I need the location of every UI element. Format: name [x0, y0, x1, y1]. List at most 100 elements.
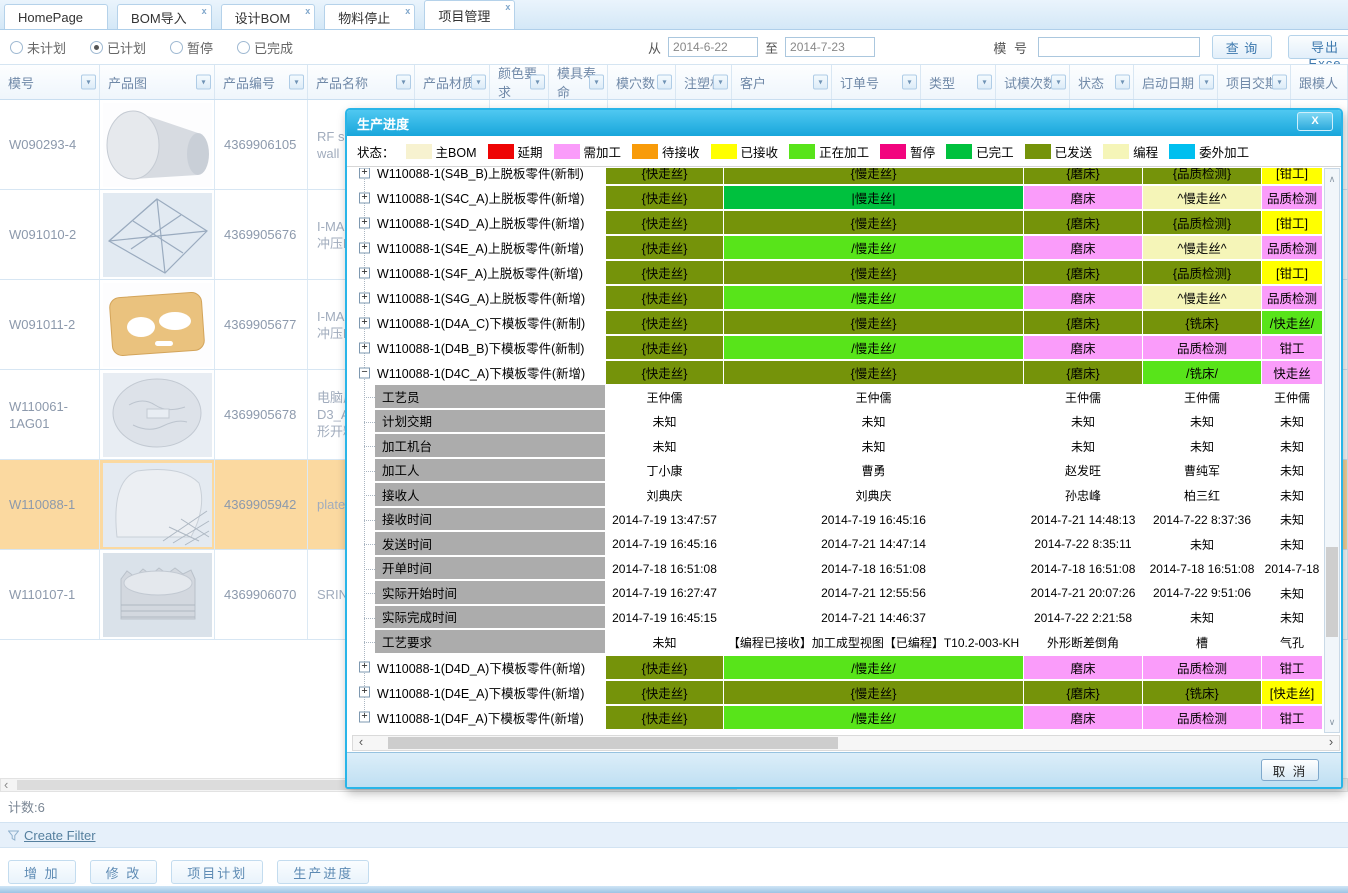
column-header-项目交期[interactable]: 项目交期▾: [1218, 65, 1291, 99]
column-filter-dropdown[interactable]: ▾: [530, 75, 545, 90]
tab-close-icon[interactable]: x: [202, 7, 207, 16]
grid-vscrollbar[interactable]: ∧ ∨: [1324, 168, 1340, 733]
column-filter-dropdown[interactable]: ▾: [713, 75, 728, 90]
part-row[interactable]: +W110088-1(D4E_A)下模板零件(新增){快走丝}{慢走丝}{磨床}…: [352, 680, 1322, 705]
part-row[interactable]: −W110088-1(D4C_A)下模板零件(新增){快走丝}{慢走丝}{磨床}…: [352, 360, 1322, 385]
date-from-input[interactable]: [668, 37, 758, 57]
expand-button[interactable]: +: [359, 687, 370, 698]
close-button[interactable]: X: [1297, 112, 1333, 131]
expand-button[interactable]: +: [359, 242, 370, 253]
column-filter-dropdown[interactable]: ▾: [289, 75, 304, 90]
part-row[interactable]: +W110088-1(S4D_A)上脱板零件(新增){快走丝}{慢走丝}{磨床}…: [352, 210, 1322, 235]
scroll-left-icon[interactable]: ‹: [353, 736, 369, 750]
column-header-类型[interactable]: 类型▾: [921, 65, 996, 99]
date-to-input[interactable]: [785, 37, 875, 57]
export-excel-button[interactable]: 导出Exce: [1288, 35, 1348, 59]
radio-未计划[interactable]: 未计划: [10, 38, 66, 57]
column-header-模穴数[interactable]: 模穴数▾: [608, 65, 676, 99]
tab-close-icon[interactable]: x: [505, 3, 510, 12]
expand-button[interactable]: +: [359, 192, 370, 203]
tab-BOM导入[interactable]: BOM导入 x: [117, 4, 212, 29]
detail-value: 2014-7-21 14:46:37: [724, 606, 1023, 631]
dialog-titlebar[interactable]: 生产进度 X: [347, 110, 1341, 136]
tab-close-icon[interactable]: x: [305, 7, 310, 16]
part-row[interactable]: +W110088-1(D4F_A)下模板零件(新增){快走丝}/慢走丝/磨床品质…: [352, 705, 1322, 730]
column-filter-dropdown[interactable]: ▾: [977, 75, 992, 90]
scroll-up-icon[interactable]: ∧: [1325, 171, 1339, 187]
scroll-right-icon[interactable]: ›: [1323, 736, 1339, 750]
collapse-button[interactable]: −: [359, 367, 370, 378]
column-filter-dropdown[interactable]: ▾: [196, 75, 211, 90]
part-label: W110088-1(D4D_A)下模板零件(新增): [377, 658, 585, 677]
action-button-增加[interactable]: 增 加: [8, 860, 76, 884]
part-row[interactable]: +W110088-1(S4B_B)上脱板零件(新制){快走丝}{慢走丝}{磨床}…: [352, 168, 1322, 185]
part-row[interactable]: +W110088-1(S4E_A)上脱板零件(新增){快走丝}/慢走丝/磨床^慢…: [352, 235, 1322, 260]
action-button-修改[interactable]: 修 改: [90, 860, 158, 884]
mold-no-input[interactable]: [1038, 37, 1200, 57]
radio-暂停[interactable]: 暂停: [170, 38, 213, 57]
tab-设计BOM[interactable]: 设计BOMx: [221, 4, 316, 29]
part-row[interactable]: +W110088-1(D4A_C)下模板零件(新制){快走丝}{慢走丝}{磨床}…: [352, 310, 1322, 335]
column-filter-dropdown[interactable]: ▾: [902, 75, 917, 90]
action-button-项目计划[interactable]: 项目计划: [171, 860, 263, 884]
column-header-产品材质[interactable]: 产品材质▾: [415, 65, 490, 99]
column-header-产品名称[interactable]: 产品名称▾: [308, 65, 415, 99]
column-filter-dropdown[interactable]: ▾: [1115, 75, 1130, 90]
detail-value: 孙忠峰: [1024, 483, 1142, 508]
scroll-left-icon[interactable]: ‹: [4, 778, 8, 792]
tab-物料停止[interactable]: 物料停止x: [324, 4, 415, 29]
expand-button[interactable]: +: [359, 267, 370, 278]
tab-项目管理[interactable]: 项目管理x: [424, 0, 515, 29]
column-filter-dropdown[interactable]: ▾: [81, 75, 96, 90]
expand-button[interactable]: +: [359, 712, 370, 723]
column-header-注塑机[interactable]: 注塑机▾: [676, 65, 732, 99]
query-button[interactable]: 查 询: [1212, 35, 1272, 59]
scroll-down-icon[interactable]: ∨: [1325, 714, 1339, 730]
column-header-产品编号[interactable]: 产品编号▾: [215, 65, 308, 99]
expand-button[interactable]: +: [359, 168, 370, 178]
column-header-颜色要求[interactable]: 颜色要求▾: [490, 65, 549, 99]
part-row[interactable]: +W110088-1(D4D_A)下模板零件(新增){快走丝}/慢走丝/磨床品质…: [352, 655, 1322, 680]
part-row[interactable]: +W110088-1(S4C_A)上脱板零件(新增){快走丝}|慢走丝|磨床^慢…: [352, 185, 1322, 210]
tab-label: BOM导入: [131, 8, 187, 27]
legend-item-暂停: 暂停: [869, 142, 935, 161]
process-cell: {慢走丝}: [724, 211, 1023, 234]
expand-button[interactable]: +: [359, 662, 370, 673]
part-row[interactable]: +W110088-1(S4F_A)上脱板零件(新增){快走丝}{慢走丝}{磨床}…: [352, 260, 1322, 285]
cancel-button[interactable]: 取 消: [1261, 759, 1319, 781]
expand-button[interactable]: +: [359, 217, 370, 228]
grid-hscroll-thumb[interactable]: [388, 737, 838, 749]
tab-close-icon[interactable]: x: [405, 7, 410, 16]
create-filter-link[interactable]: Create Filter: [24, 828, 96, 843]
column-header-客户[interactable]: 客户▾: [732, 65, 832, 99]
column-header-模号[interactable]: 模号▾: [0, 65, 100, 99]
radio-已计划[interactable]: 已计划: [90, 38, 146, 57]
tab-HomePage[interactable]: HomePage: [4, 4, 108, 29]
column-header-试模次数[interactable]: 试模次数▾: [996, 65, 1070, 99]
column-filter-dropdown[interactable]: ▾: [1051, 75, 1066, 90]
column-filter-dropdown[interactable]: ▾: [813, 75, 828, 90]
grid-vscroll-thumb[interactable]: [1326, 547, 1338, 637]
mold-id-cell: W110107-1: [0, 550, 100, 639]
column-header-产品图[interactable]: 产品图▾: [100, 65, 215, 99]
column-filter-dropdown[interactable]: ▾: [1199, 75, 1214, 90]
column-header-状态[interactable]: 状态▾: [1070, 65, 1134, 99]
expand-button[interactable]: +: [359, 317, 370, 328]
expand-button[interactable]: +: [359, 292, 370, 303]
column-header-跟模人[interactable]: 跟模人: [1291, 65, 1348, 99]
action-button-生产进度[interactable]: 生产进度: [277, 860, 369, 884]
column-filter-dropdown[interactable]: ▾: [1272, 75, 1287, 90]
process-cell: 品质检测: [1143, 336, 1261, 359]
column-filter-dropdown[interactable]: ▾: [657, 75, 672, 90]
column-header-启动日期[interactable]: 启动日期▾: [1134, 65, 1218, 99]
column-filter-dropdown[interactable]: ▾: [396, 75, 411, 90]
column-header-订单号[interactable]: 订单号▾: [832, 65, 921, 99]
part-row[interactable]: +W110088-1(S4G_A)上脱板零件(新增){快走丝}/慢走丝/磨床^慢…: [352, 285, 1322, 310]
expand-button[interactable]: +: [359, 342, 370, 353]
part-row[interactable]: +W110088-1(D4B_B)下模板零件(新制){快走丝}/慢走丝/磨床品质…: [352, 335, 1322, 360]
radio-已完成[interactable]: 已完成: [237, 38, 293, 57]
grid-hscrollbar[interactable]: ‹ ›: [352, 735, 1340, 751]
column-filter-dropdown[interactable]: ▾: [589, 75, 604, 90]
column-header-模具寿命[interactable]: 模具寿命▾: [549, 65, 608, 99]
column-filter-dropdown[interactable]: ▾: [471, 75, 486, 90]
